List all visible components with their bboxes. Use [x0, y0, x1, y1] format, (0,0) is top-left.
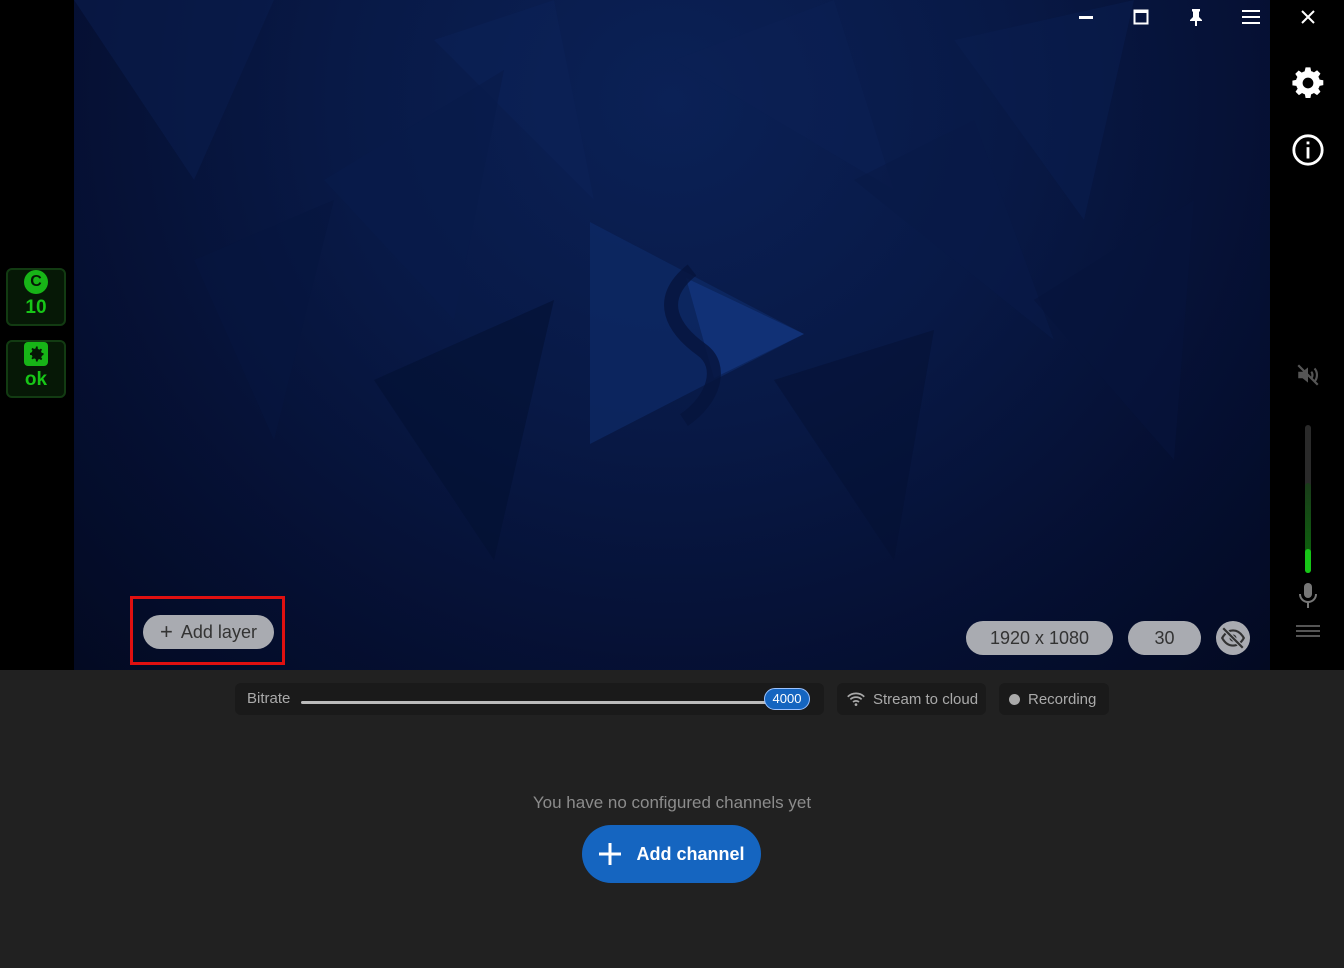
health-value: ok [24, 369, 48, 390]
maximize-icon [1133, 9, 1148, 25]
record-dot-icon [1009, 693, 1020, 705]
add-channel-label: Add channel [636, 843, 745, 864]
maximize-button[interactable] [1113, 0, 1168, 34]
stream-to-cloud-label: Stream to cloud [873, 690, 979, 708]
c-icon: C [24, 270, 48, 294]
bitrate-slider-track[interactable] [301, 701, 787, 704]
bitrate-slider-thumb[interactable]: 4000 [764, 688, 810, 710]
lines-icon [1296, 625, 1320, 637]
no-channels-message: You have no configured channels yet [532, 793, 812, 812]
audio-mixer-button[interactable] [1290, 614, 1326, 650]
bitrate-control [235, 683, 824, 715]
speaker-mute-button[interactable] [1290, 357, 1326, 393]
close-button[interactable] [1290, 0, 1326, 34]
menu-button[interactable] [1223, 0, 1270, 34]
fps-label: 30 [1154, 627, 1175, 648]
eye-off-icon [1220, 626, 1246, 650]
fps-button[interactable]: 30 [1128, 621, 1201, 655]
counter-value: 10 [25, 297, 47, 318]
audio-level-meter [1305, 425, 1311, 573]
info-button[interactable] [1290, 132, 1326, 168]
add-channel-button[interactable]: Add channel [582, 825, 761, 883]
health-badge: ok [6, 340, 66, 398]
add-layer-button[interactable]: + Add layer [143, 615, 274, 649]
plus-icon [599, 843, 622, 865]
stream-to-cloud-toggle[interactable]: Stream to cloud [837, 683, 986, 715]
microphone-icon [1299, 583, 1317, 608]
minimize-icon [1078, 16, 1093, 19]
resolution-button[interactable]: 1920 x 1080 [966, 621, 1113, 655]
recording-toggle[interactable]: Recording [999, 683, 1109, 715]
speaker-muted-icon [1297, 364, 1319, 386]
window-controls [1058, 0, 1270, 34]
minimize-button[interactable] [1058, 0, 1113, 34]
preview-visibility-button[interactable] [1216, 621, 1250, 655]
pin-icon [1189, 9, 1202, 26]
wifi-icon [847, 692, 865, 706]
right-toolbar [1270, 0, 1344, 670]
settings-button[interactable] [1290, 65, 1326, 101]
preview-background [74, 0, 1194, 560]
hamburger-icon [1241, 10, 1260, 24]
close-icon [1301, 10, 1315, 24]
plus-icon: + [160, 619, 173, 644]
gear-icon [1292, 67, 1324, 99]
resolution-label: 1920 x 1080 [989, 627, 1090, 648]
gear-icon [24, 342, 48, 366]
pin-button[interactable] [1168, 0, 1223, 34]
counter-badge: C 10 [6, 268, 66, 326]
status-strip: C 10 ok [0, 0, 74, 670]
add-layer-label: Add layer [180, 621, 257, 642]
bitrate-label: Bitrate [247, 690, 291, 707]
info-icon [1292, 134, 1324, 166]
video-preview[interactable]: + Add layer 1920 x 1080 30 [74, 0, 1270, 670]
recording-label: Recording [1028, 690, 1097, 708]
microphone-button[interactable] [1290, 578, 1326, 614]
